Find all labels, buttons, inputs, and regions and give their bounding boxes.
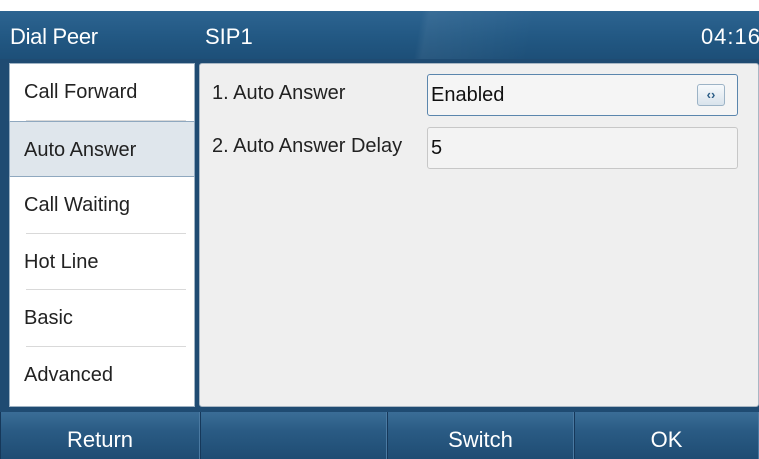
auto-answer-delay-input[interactable]: 5 <box>427 127 738 169</box>
auto-answer-value: Enabled <box>431 84 505 106</box>
title-bar: Dial Peer SIP1 04:16 <box>0 11 759 59</box>
settings-panel: 1. Auto Answer Enabled ‹› 2. Auto Answer… <box>199 63 759 407</box>
auto-answer-delay-label: 2. Auto Answer Delay <box>212 135 403 157</box>
softkey-empty[interactable] <box>200 412 387 459</box>
app-title: Dial Peer <box>10 24 98 49</box>
softkey-bar: Return Switch OK <box>0 412 759 459</box>
select-toggle-icon[interactable]: ‹› <box>697 84 725 106</box>
title-bar-highlight <box>0 11 759 59</box>
switch-button[interactable]: Switch <box>387 412 574 459</box>
sidebar-item-advanced[interactable]: Advanced <box>10 347 194 404</box>
ok-button[interactable]: OK <box>574 412 759 459</box>
auto-answer-select[interactable]: Enabled ‹› <box>427 74 738 116</box>
clock: 04:16 <box>700 24 759 49</box>
phone-screen: Dial Peer SIP1 04:16 Call Forward Auto A… <box>0 11 759 459</box>
sidebar-item-call-waiting[interactable]: Call Waiting <box>10 177 194 234</box>
sidebar-item-basic[interactable]: Basic <box>10 290 194 347</box>
auto-answer-delay-value: 5 <box>431 137 443 159</box>
sidebar-item-hot-line[interactable]: Hot Line <box>10 234 194 291</box>
auto-answer-label: 1. Auto Answer <box>212 82 346 104</box>
setting-row-auto-answer: 1. Auto Answer Enabled ‹› <box>200 72 759 116</box>
setting-row-auto-answer-delay: 2. Auto Answer Delay 5 <box>200 125 759 169</box>
sidebar-item-auto-answer[interactable]: Auto Answer <box>9 120 195 177</box>
account-label: SIP1 <box>205 24 253 49</box>
sidebar-item-call-forward[interactable]: Call Forward <box>10 64 194 121</box>
return-button[interactable]: Return <box>0 412 200 459</box>
sidebar-menu: Call Forward Auto Answer Call Waiting Ho… <box>9 63 195 407</box>
